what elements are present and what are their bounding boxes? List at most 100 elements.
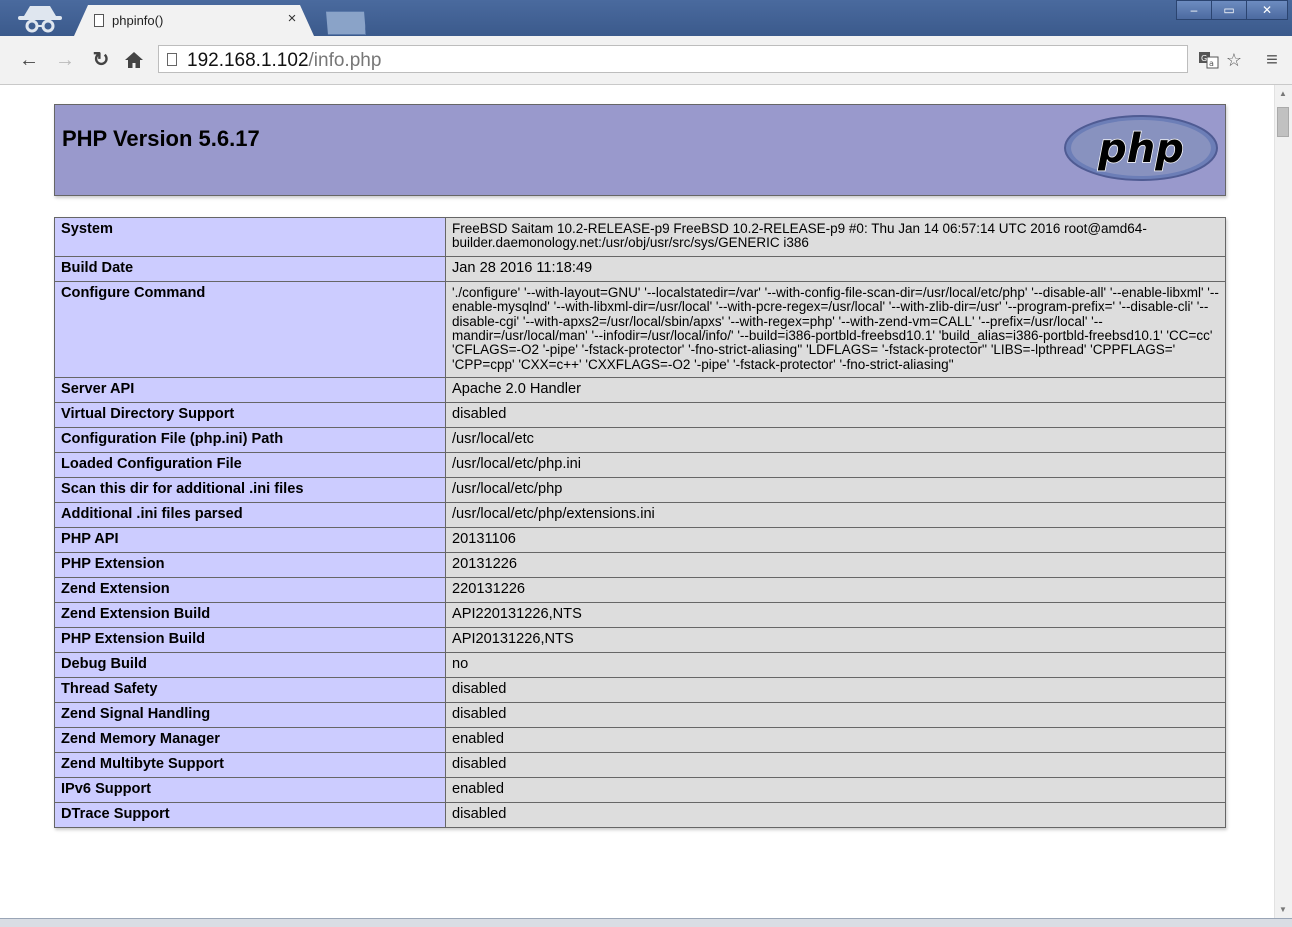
row-value: 20131226	[445, 552, 1226, 579]
row-key: Loaded Configuration File	[54, 452, 446, 479]
row-value: disabled	[445, 677, 1226, 704]
table-row: Additional .ini files parsed/usr/local/e…	[54, 502, 1226, 529]
table-row: Zend Signal Handling disabled	[54, 702, 1226, 729]
back-arrow-icon[interactable]: ←	[18, 49, 40, 71]
scroll-up-arrow-icon[interactable]: ▲	[1279, 89, 1287, 98]
table-row: Zend Memory Manager enabled	[54, 727, 1226, 754]
row-key: PHP Extension	[54, 552, 446, 579]
page-icon	[94, 14, 104, 27]
table-row: Scan this dir for additional .ini files /…	[54, 477, 1226, 504]
row-key: Thread Safety	[54, 677, 446, 704]
row-value: disabled	[445, 752, 1226, 779]
php-version-header: PHP Version 5.6.17 php	[54, 104, 1226, 196]
row-key: PHP Extension Build	[54, 627, 446, 654]
row-key: Configure Command	[54, 280, 446, 379]
row-value: /usr/local/etc/php	[445, 477, 1226, 504]
info-table: System FreeBSD Saitam 10.2-RELEASE-p9 Fre…	[54, 217, 1226, 829]
tab-phpinfo[interactable]: phpinfo() ×	[74, 5, 314, 36]
row-key: PHP API	[54, 527, 446, 554]
home-icon[interactable]	[124, 51, 144, 69]
bookmark-star-icon[interactable]: ☆	[1222, 49, 1246, 71]
row-value: no	[445, 652, 1226, 679]
row-value: enabled	[445, 727, 1226, 754]
table-row: Zend Extension 220131226	[54, 577, 1226, 604]
row-value: disabled	[445, 702, 1226, 729]
table-row: PHP API 20131106	[54, 527, 1226, 554]
close-window-button[interactable]: ✕	[1246, 0, 1288, 20]
tab-close-icon[interactable]: ×	[284, 11, 300, 27]
table-row: System FreeBSD Saitam 10.2-RELEASE-p9 Fre…	[54, 217, 1226, 257]
page-title: PHP Version 5.6.17	[62, 126, 260, 151]
translate-icon[interactable]: G a	[1198, 51, 1220, 69]
row-key: Zend Extension	[54, 577, 446, 604]
scroll-thumb[interactable]	[1277, 107, 1289, 137]
scroll-down-arrow-icon[interactable]: ▼	[1279, 905, 1287, 914]
page-icon	[167, 53, 177, 66]
url-path: /info.php	[308, 50, 382, 71]
table-row: Configuration File (php.ini) Path/usr/lo…	[54, 427, 1226, 454]
vertical-scrollbar[interactable]: ▲ ▼	[1274, 85, 1292, 918]
row-key: IPv6 Support	[54, 777, 446, 804]
row-value: './configure' '--with-layout=GNU' '--loc…	[445, 280, 1226, 379]
row-value: API220131226,NTS	[445, 602, 1226, 629]
row-value: Jan 28 2016 11:18:49	[445, 255, 1226, 282]
menu-icon[interactable]: ≡	[1260, 49, 1284, 71]
browser-window: phpinfo() × – ▭ ✕ ← → ↻ 192.168.1.102/in…	[0, 0, 1292, 927]
table-row: PHP Extension Build API20131226,NTS	[54, 627, 1226, 654]
tab-title: phpinfo()	[112, 13, 164, 28]
row-key: Zend Extension Build	[54, 602, 446, 629]
row-key: Build Date	[54, 255, 446, 282]
row-value: FreeBSD Saitam 10.2-RELEASE-p9 FreeBSD 1…	[445, 217, 1226, 257]
svg-text:a: a	[1209, 59, 1214, 68]
row-key: System	[54, 217, 446, 257]
url-host: 192.168.1.102	[187, 50, 309, 71]
row-key: Scan this dir for additional .ini files	[54, 477, 446, 504]
table-row: Build Date Jan 28 2016 11:18:49	[54, 255, 1226, 282]
address-bar[interactable]: 192.168.1.102/info.php	[158, 45, 1188, 73]
table-row: PHP Extension 20131226	[54, 552, 1226, 579]
title-bar: phpinfo() × – ▭ ✕	[0, 0, 1292, 36]
forward-arrow-icon[interactable]: →	[54, 49, 76, 71]
info-table-body: System FreeBSD Saitam 10.2-RELEASE-p9 Fre…	[54, 217, 1226, 829]
row-key: Configuration File (php.ini) Path	[54, 427, 446, 454]
row-value: Apache 2.0 Handler	[445, 377, 1226, 404]
row-value: 20131106	[445, 527, 1226, 554]
table-row: Thread Safety disabled	[54, 677, 1226, 704]
svg-text:G: G	[1201, 54, 1207, 63]
page-viewport: PHP Version 5.6.17 php System FreeBSD Sai…	[0, 85, 1274, 918]
row-key: Zend Memory Manager	[54, 727, 446, 754]
reload-icon[interactable]: ↻	[90, 49, 112, 71]
table-row: Virtual Directory Support disabled	[54, 402, 1226, 429]
row-value: API20131226,NTS	[445, 627, 1226, 654]
table-row: DTrace Support disabled	[54, 802, 1226, 829]
incognito-icon	[18, 6, 62, 33]
row-key: Virtual Directory Support	[54, 402, 446, 429]
table-row: Zend Multibyte Support disabled	[54, 752, 1226, 779]
php-logo: php	[1064, 115, 1218, 181]
row-value: /usr/local/etc/php/extensions.ini	[445, 502, 1226, 529]
new-tab-button[interactable]	[320, 11, 366, 35]
maximize-button[interactable]: ▭	[1211, 0, 1247, 20]
row-value: enabled	[445, 777, 1226, 804]
table-row: Configure Command './configure' '--with-l…	[54, 280, 1226, 379]
url-text: 192.168.1.102/info.php	[187, 50, 381, 72]
taskbar-edge	[0, 918, 1292, 927]
row-value: disabled	[445, 802, 1226, 829]
table-row: Debug Build no	[54, 652, 1226, 679]
table-row: Zend Extension Build API220131226,NTS	[54, 602, 1226, 629]
row-key: Debug Build	[54, 652, 446, 679]
row-key: Zend Multibyte Support	[54, 752, 446, 779]
table-row: Loaded Configuration File/usr/local/etc/…	[54, 452, 1226, 479]
php-logo-text: php	[1097, 126, 1184, 172]
row-value: /usr/local/etc/php.ini	[445, 452, 1226, 479]
table-row: Server API Apache 2.0 Handler	[54, 377, 1226, 404]
row-key: DTrace Support	[54, 802, 446, 829]
minimize-button[interactable]: –	[1176, 0, 1212, 20]
table-row: IPv6 Support enabled	[54, 777, 1226, 804]
row-key: Zend Signal Handling	[54, 702, 446, 729]
row-value: 220131226	[445, 577, 1226, 604]
toolbar: ← → ↻ 192.168.1.102/info.php G a ☆ ≡	[0, 36, 1292, 85]
row-value: disabled	[445, 402, 1226, 429]
row-value: /usr/local/etc	[445, 427, 1226, 454]
row-key: Additional .ini files parsed	[54, 502, 446, 529]
